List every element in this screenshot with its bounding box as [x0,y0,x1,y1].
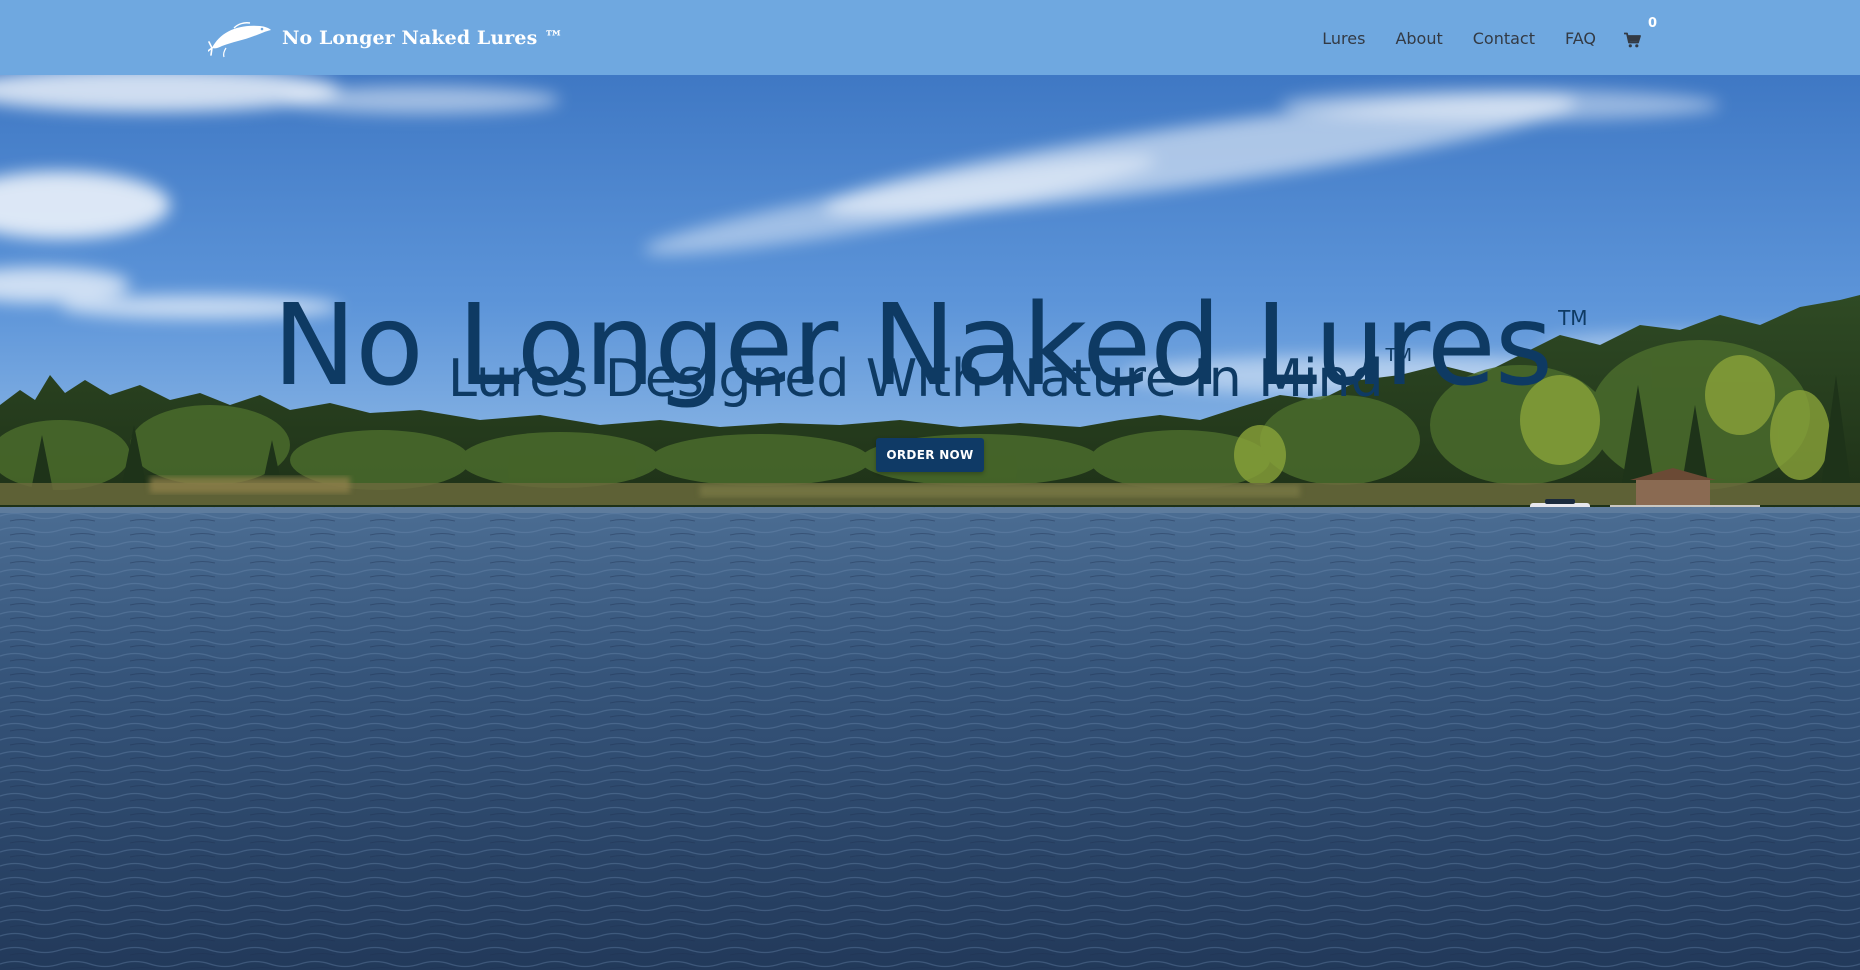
nav-faq[interactable]: FAQ [1565,29,1596,47]
hero-title-tm: TM [1558,306,1588,331]
cart-link[interactable]: 0 [1624,16,1657,50]
nav-about[interactable]: About [1395,29,1442,47]
hero-subtitle-tm: TM [1385,345,1413,366]
site-header: No Longer Naked Lures ™ Lures About Cont… [0,0,1860,75]
cart-count: 0 [1648,15,1658,31]
hero-subtitle: Lures Designed With Nature In Mind TM [0,347,1860,406]
page: No Longer Naked Lures ™ Lures About Cont… [0,0,1860,970]
brand-name: No Longer Naked Lures ™ [282,27,564,49]
nav-contact[interactable]: Contact [1473,29,1535,47]
hero-section: No Longer Naked Lures TM Lures Designed W… [0,75,1860,970]
order-now-button[interactable]: ORDER NOW [876,438,984,472]
fish-logo-icon [208,22,271,58]
hero-content: No Longer Naked Lures TM Lures Designed W… [0,75,1860,970]
hero-subtitle-text: Lures Designed With Nature In Mind [447,349,1384,409]
main-nav: Lures About Contact FAQ 0 [1292,0,1657,75]
logo-link[interactable]: No Longer Naked Lures ™ [208,18,563,58]
nav-lures[interactable]: Lures [1322,29,1365,47]
shopping-cart-icon [1624,32,1641,47]
